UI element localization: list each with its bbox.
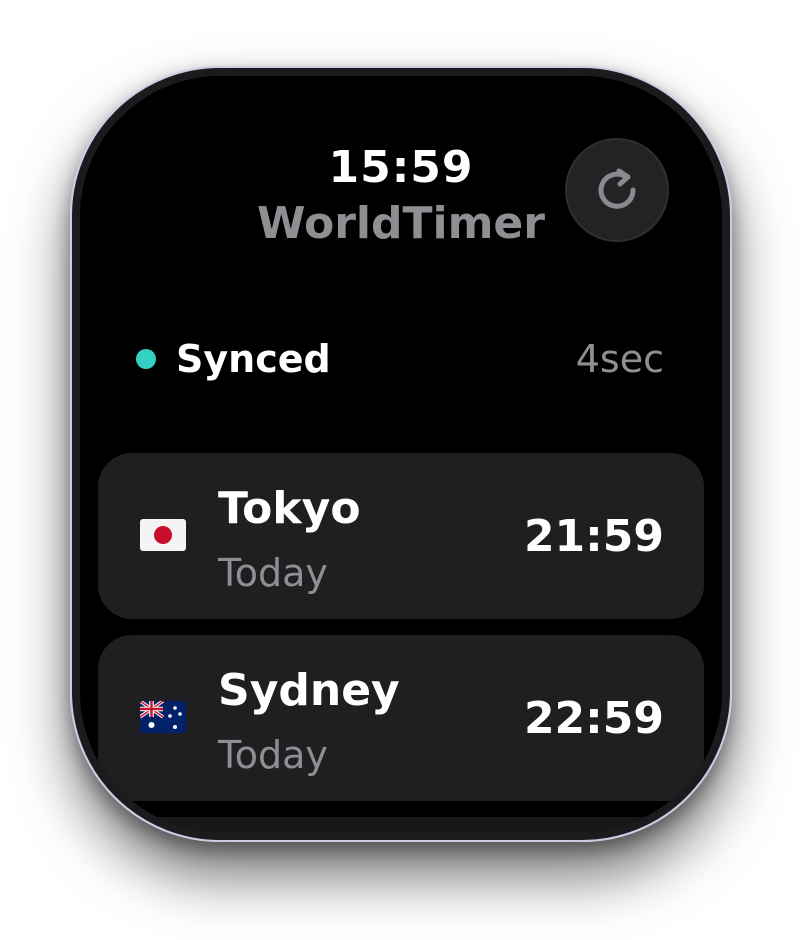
city-row-sydney[interactable]: Sydney Today 22:59 <box>98 635 704 801</box>
refresh-button[interactable] <box>565 138 669 242</box>
city-time: 22:59 <box>523 693 664 744</box>
city-list: Tokyo Today 21:59 Sydney Today 22:59 <box>98 453 704 832</box>
watch-device: 15:59 WorldTimer Synced 4sec Tokyo Today… <box>70 66 732 842</box>
sync-status-label: Synced <box>176 337 331 381</box>
watch-screen: 15:59 WorldTimer Synced 4sec Tokyo Today… <box>80 76 722 832</box>
city-row-partial[interactable] <box>98 817 704 832</box>
city-day: Today <box>218 551 328 595</box>
australia-flag-icon <box>140 701 186 733</box>
sync-age: 4sec <box>575 337 664 381</box>
city-time: 21:59 <box>523 511 664 562</box>
japan-flag-icon <box>140 519 186 551</box>
refresh-icon <box>598 168 636 209</box>
city-day: Today <box>218 733 328 777</box>
city-name: Sydney <box>218 665 400 716</box>
sync-status-dot <box>136 349 156 369</box>
city-name: Tokyo <box>218 483 361 534</box>
sync-status: Synced 4sec <box>136 334 664 384</box>
stage: 15:59 WorldTimer Synced 4sec Tokyo Today… <box>0 0 800 940</box>
city-row-tokyo[interactable]: Tokyo Today 21:59 <box>98 453 704 619</box>
